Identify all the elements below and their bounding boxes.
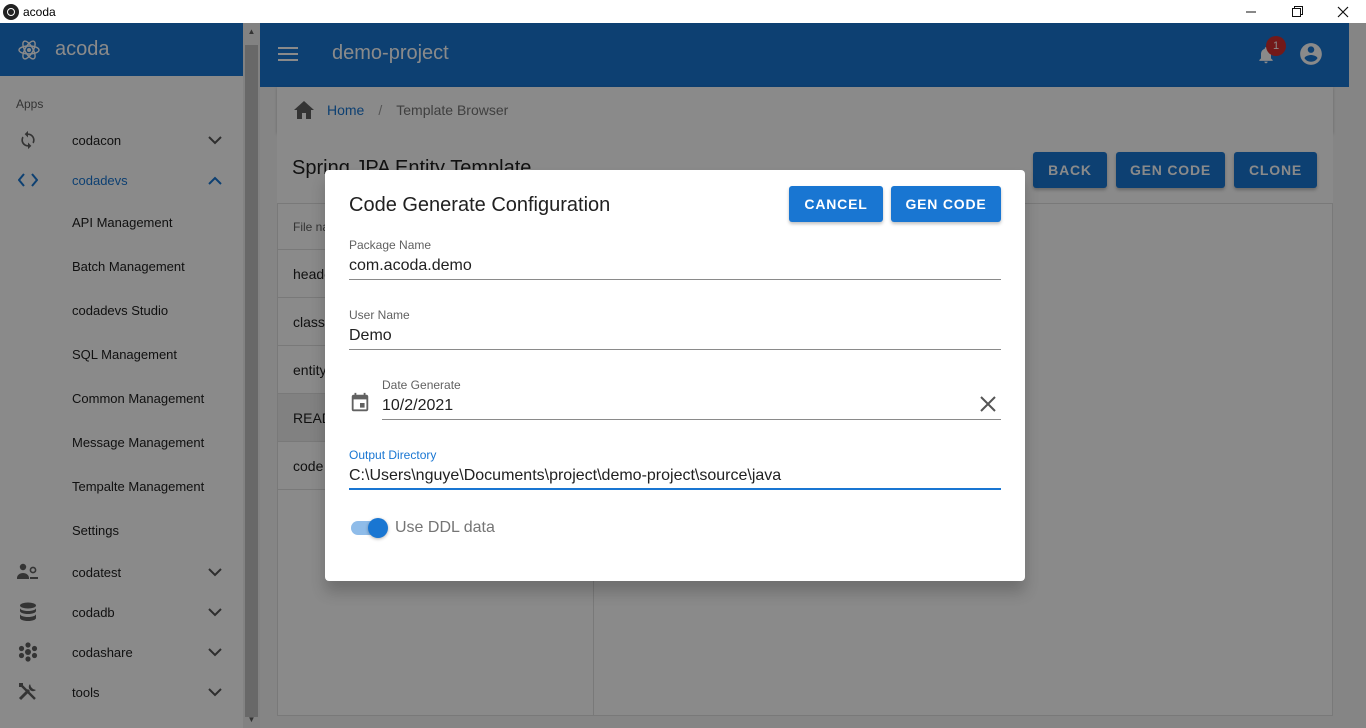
user-name-field[interactable]: User Name Demo (349, 308, 1001, 350)
minimize-button[interactable] (1228, 0, 1274, 23)
window-title: acoda (23, 4, 56, 19)
date-generate-input[interactable]: 10/2/2021 (382, 397, 453, 415)
dialog-gen-code-button[interactable]: GEN CODE (891, 186, 1001, 222)
close-window-button[interactable] (1320, 0, 1366, 23)
date-generate-label: Date Generate (382, 378, 461, 392)
code-generate-dialog: Code Generate Configuration CANCEL GEN C… (325, 170, 1025, 581)
close-icon[interactable] (979, 395, 997, 413)
date-generate-field[interactable]: Date Generate 10/2/2021 (382, 378, 1001, 420)
calendar-icon[interactable] (349, 392, 371, 414)
package-name-field[interactable]: Package Name com.acoda.demo (349, 238, 1001, 280)
restore-button[interactable] (1274, 0, 1320, 23)
package-name-label: Package Name (349, 238, 432, 252)
use-ddl-label: Use DDL data (395, 519, 495, 536)
app-logo-icon (3, 3, 19, 20)
dialog-title: Code Generate Configuration (349, 194, 611, 216)
user-name-input[interactable]: Demo (349, 327, 392, 345)
user-name-label: User Name (349, 308, 410, 322)
cancel-button[interactable]: CANCEL (789, 186, 883, 222)
output-directory-input[interactable]: C:\Users\nguye\Documents\project\demo-pr… (349, 467, 781, 485)
output-directory-label: Output Directory (349, 448, 437, 462)
window-titlebar: acoda (0, 0, 1366, 23)
package-name-input[interactable]: com.acoda.demo (349, 257, 472, 275)
use-ddl-toggle[interactable] (351, 518, 389, 538)
output-directory-field[interactable]: Output Directory C:\Users\nguye\Document… (349, 448, 1001, 490)
